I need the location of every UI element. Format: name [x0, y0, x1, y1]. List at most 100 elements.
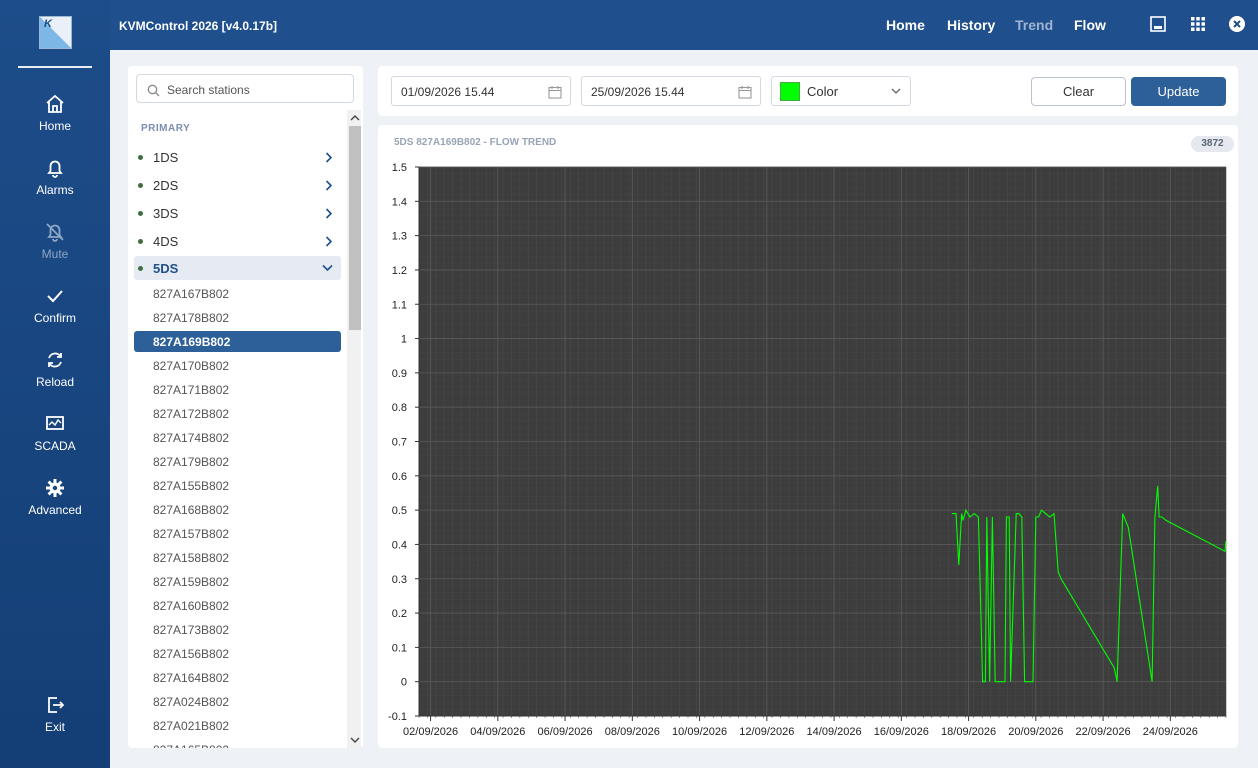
- x-tick-label: 20/09/2026: [1008, 726, 1063, 738]
- chevron-right-icon: [325, 208, 333, 219]
- station-item[interactable]: 827A155B802: [134, 475, 341, 496]
- rail-advanced-button[interactable]: Advanced: [0, 477, 110, 537]
- scroll-up-icon[interactable]: [349, 112, 361, 124]
- group-label: 1DS: [153, 150, 179, 165]
- station-item[interactable]: 827A165B802: [134, 739, 341, 748]
- rail-exit-button[interactable]: Exit: [0, 694, 110, 754]
- update-button[interactable]: Update: [1131, 77, 1226, 106]
- station-label: 827A024B802: [153, 695, 230, 709]
- search-placeholder: Search stations: [167, 83, 250, 97]
- nav-flow[interactable]: Flow: [1074, 17, 1106, 33]
- station-item[interactable]: 827A174B802: [134, 427, 341, 448]
- scroll-down-icon[interactable]: [349, 734, 361, 746]
- station-label: 827A179B802: [153, 455, 230, 469]
- station-item[interactable]: 827A159B802: [134, 571, 341, 592]
- x-tick-label: 16/09/2026: [874, 726, 929, 738]
- group-3ds[interactable]: 3DS: [134, 201, 341, 225]
- station-item[interactable]: 827A171B802: [134, 379, 341, 400]
- y-tick-label: 0.1: [392, 642, 407, 654]
- scrollbar-thumb[interactable]: [349, 126, 361, 330]
- station-item[interactable]: 827A179B802: [134, 451, 341, 472]
- calendar-icon[interactable]: [548, 85, 562, 99]
- x-tick-label: 06/09/2026: [538, 726, 593, 738]
- station-label: 827A160B802: [153, 599, 230, 613]
- station-item[interactable]: 827A178B802: [134, 307, 341, 328]
- rail-home-button[interactable]: Home: [0, 93, 110, 153]
- y-tick-label: 0.5: [392, 505, 407, 517]
- station-item[interactable]: 827A169B802: [134, 331, 341, 352]
- date-to-value: 25/09/2026 15.44: [591, 85, 685, 99]
- nav-trend[interactable]: Trend: [1015, 17, 1053, 33]
- chevron-right-icon: [325, 180, 333, 191]
- rail-divider: [18, 66, 92, 68]
- x-tick-label: 12/09/2026: [739, 726, 794, 738]
- date-from-field[interactable]: 01/09/2026 15.44: [391, 76, 571, 106]
- station-label: 827A178B802: [153, 311, 230, 325]
- trend-chart[interactable]: -0.1 0 0.1 0.2 0.3 0.4 0.5 0.6 0.7 0.8 0.9 1 1.1 1.2 1…: [378, 125, 1238, 748]
- search-input[interactable]: Search stations: [136, 74, 354, 103]
- station-label: 827A155B802: [153, 479, 230, 493]
- station-label: 827A170B802: [153, 359, 230, 373]
- station-item[interactable]: 827A173B802: [134, 619, 341, 640]
- group-label: 5DS: [153, 261, 179, 276]
- station-item[interactable]: 827A170B802: [134, 355, 341, 376]
- station-item[interactable]: 827A172B802: [134, 403, 341, 424]
- station-item[interactable]: 827A157B802: [134, 523, 341, 544]
- group-2ds[interactable]: 2DS: [134, 173, 341, 197]
- station-label: 827A159B802: [153, 575, 230, 589]
- station-label: 827A158B802: [153, 551, 230, 565]
- rail-scada-button[interactable]: SCADA: [0, 413, 110, 473]
- group-label: 4DS: [153, 234, 179, 249]
- station-item[interactable]: 827A158B802: [134, 547, 341, 568]
- date-to-field[interactable]: 25/09/2026 15.44: [581, 76, 761, 106]
- nav-history[interactable]: History: [947, 17, 995, 33]
- x-tick-label: 08/09/2026: [605, 726, 660, 738]
- rail-confirm-label: Confirm: [33, 311, 76, 325]
- group-label: 2DS: [153, 178, 179, 193]
- station-label: 827A168B802: [153, 503, 230, 517]
- rail-reload-button[interactable]: Reload: [0, 349, 110, 409]
- station-item[interactable]: 827A024B802: [134, 691, 341, 712]
- rail-mute-button[interactable]: Mute: [0, 221, 110, 281]
- rail-confirm-button[interactable]: Confirm: [0, 285, 110, 345]
- title-bar: KVMControl 2026 [v4.0.17b] Home History …: [110, 0, 1258, 50]
- station-label: 827A165B802: [153, 743, 229, 748]
- minimize-icon[interactable]: [1149, 15, 1167, 33]
- bell-icon: [47, 160, 63, 178]
- station-item[interactable]: 827A160B802: [134, 595, 341, 616]
- station-item[interactable]: 827A167B802: [134, 283, 341, 304]
- rail-mute-label: Mute: [41, 247, 69, 261]
- rail-exit-label: Exit: [44, 720, 65, 734]
- chevron-right-icon: [325, 236, 333, 247]
- close-icon[interactable]: [1228, 15, 1246, 33]
- y-tick-label: 1.5: [392, 162, 407, 174]
- date-from-value: 01/09/2026 15.44: [401, 85, 495, 99]
- clear-button[interactable]: Clear: [1031, 77, 1126, 106]
- grid-icon[interactable]: [1189, 15, 1207, 33]
- station-item[interactable]: 827A156B802: [134, 643, 341, 664]
- station-item[interactable]: 827A021B802: [134, 715, 341, 736]
- station-label: 827A167B802: [153, 287, 230, 301]
- monitor-icon: [46, 416, 64, 430]
- calendar-icon[interactable]: [738, 85, 752, 99]
- rail-alarms-button[interactable]: Alarms: [0, 157, 110, 217]
- y-tick-label: 0.8: [392, 402, 407, 414]
- station-label: 827A156B802: [153, 647, 230, 661]
- station-item[interactable]: 827A164B802: [134, 667, 341, 688]
- color-select[interactable]: Color: [771, 76, 911, 106]
- y-tick-label: 0.2: [392, 608, 407, 620]
- y-tick-label: 0.4: [392, 539, 407, 551]
- station-label: 827A171B802: [153, 383, 230, 397]
- group-4ds[interactable]: 4DS: [134, 229, 341, 253]
- station-item[interactable]: 827A168B802: [134, 499, 341, 520]
- nav-home[interactable]: Home: [886, 17, 925, 33]
- group-1ds[interactable]: 1DS: [134, 145, 341, 169]
- group-5ds[interactable]: 5DS: [134, 256, 341, 280]
- group-label: 3DS: [153, 206, 179, 221]
- section-label: PRIMARY: [141, 123, 191, 134]
- rail-advanced-label: Advanced: [28, 503, 82, 517]
- color-swatch: [780, 82, 800, 101]
- y-tick-label: 1.3: [392, 231, 407, 243]
- color-label: Color: [807, 84, 839, 99]
- rail-alarms-label: Alarms: [36, 183, 74, 197]
